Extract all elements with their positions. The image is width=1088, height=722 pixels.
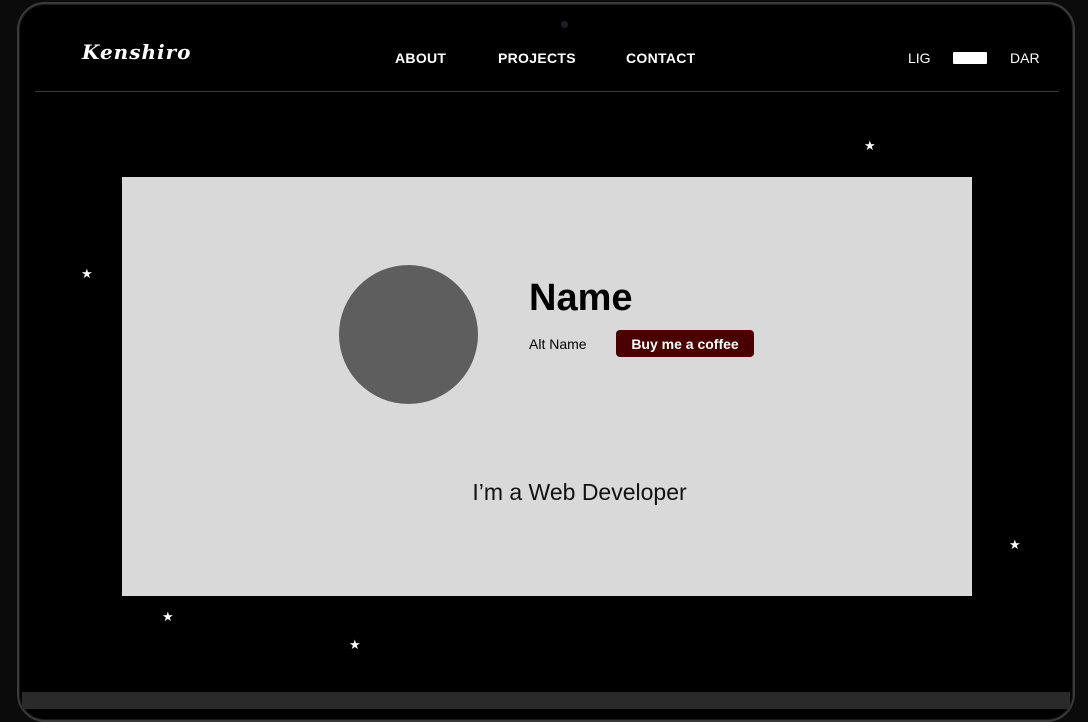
profile-name: Name: [529, 277, 633, 319]
buy-me-a-coffee-button[interactable]: Buy me a coffee: [616, 330, 754, 357]
star-icon: ★: [162, 609, 174, 624]
header-divider: [35, 91, 1059, 92]
camera-dot: [561, 21, 568, 28]
nav-projects[interactable]: PROJECTS: [498, 50, 576, 66]
star-icon: ★: [864, 138, 876, 153]
profile-alt-name: Alt Name: [529, 336, 587, 352]
theme-dark-label[interactable]: DAR: [1010, 50, 1040, 66]
laptop-bottom-bar: [22, 692, 1070, 709]
tagline: I’m a Web Developer: [472, 479, 687, 505]
avatar: [339, 265, 478, 404]
nav-about[interactable]: ABOUT: [395, 50, 446, 66]
theme-light-label[interactable]: LIG: [908, 50, 931, 66]
star-icon: ★: [349, 637, 361, 652]
nav-contact[interactable]: CONTACT: [626, 50, 696, 66]
theme-toggle[interactable]: [953, 52, 987, 64]
star-icon: ★: [81, 266, 93, 281]
site-logo[interactable]: Kenshiro: [82, 40, 191, 64]
hero-card: [122, 177, 972, 596]
star-icon: ★: [1009, 537, 1021, 552]
